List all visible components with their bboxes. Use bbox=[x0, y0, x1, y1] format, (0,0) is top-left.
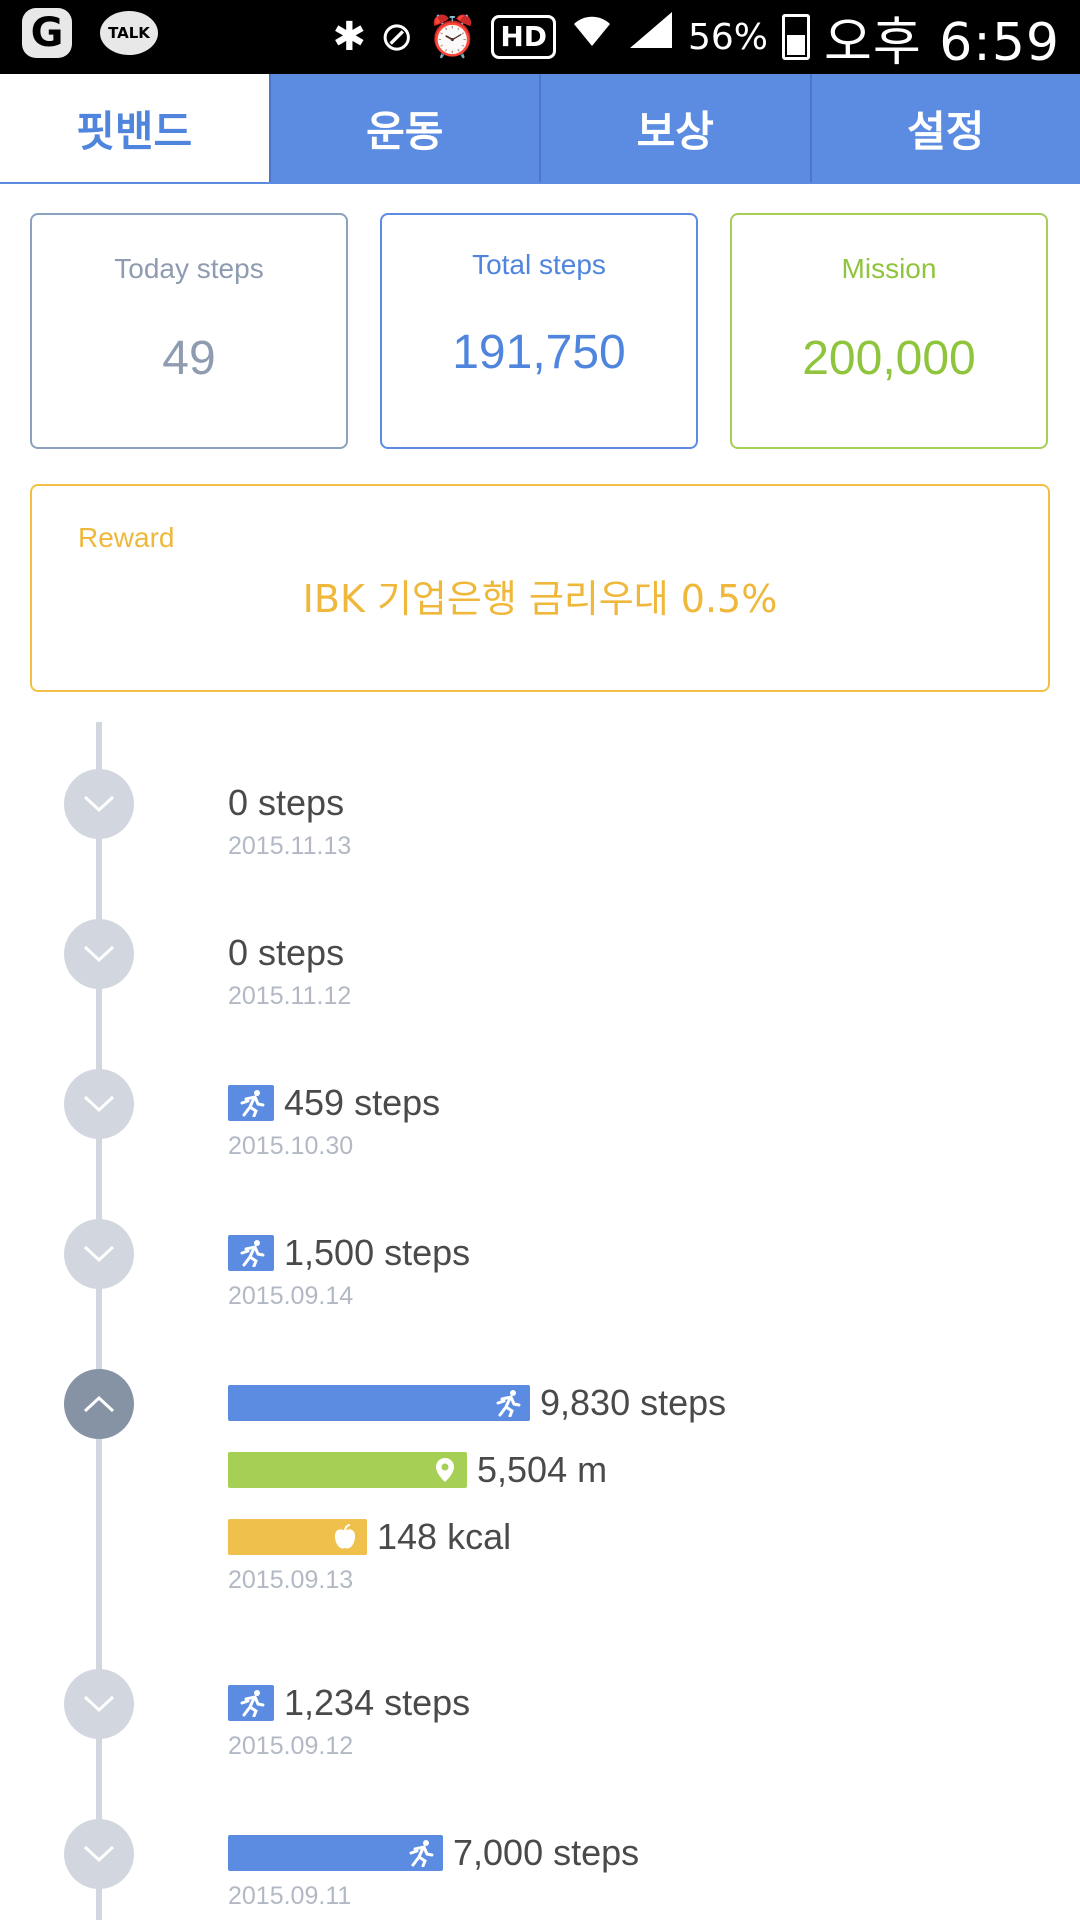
steps-value: 9,830 steps bbox=[540, 1382, 727, 1423]
reward-card: Reward IBK 기업은행 금리우대 0.5% bbox=[30, 484, 1050, 692]
app-g-icon: G bbox=[22, 8, 72, 58]
tab-bar: 핏밴드 운동 보상 설정 bbox=[0, 74, 1080, 184]
apple-icon bbox=[334, 1524, 356, 1549]
expand-chevron-icon[interactable] bbox=[64, 1819, 134, 1889]
location-pin-icon bbox=[436, 1458, 454, 1482]
steps-bar bbox=[228, 1235, 274, 1271]
steps-value: 459 steps bbox=[284, 1082, 441, 1123]
runner-icon bbox=[240, 1690, 265, 1717]
date-label: 2015.09.13 bbox=[228, 1566, 354, 1594]
today-steps-value: 49 bbox=[162, 332, 216, 385]
runner-icon bbox=[496, 1390, 521, 1417]
tab-exercise[interactable]: 운동 bbox=[268, 74, 539, 182]
steps-row: 9,830 steps bbox=[228, 1382, 727, 1423]
steps-value: 0 steps bbox=[228, 782, 345, 823]
clock: 오후 6:59 bbox=[824, 12, 1060, 73]
wifi-icon bbox=[570, 0, 614, 74]
steps-row: 459 steps bbox=[228, 1082, 441, 1123]
expand-chevron-icon[interactable] bbox=[64, 769, 134, 839]
date-label: 2015.11.12 bbox=[228, 982, 352, 1010]
expand-chevron-icon[interactable] bbox=[64, 919, 134, 989]
expand-chevron-icon[interactable] bbox=[64, 1069, 134, 1139]
tab-reward[interactable]: 보상 bbox=[539, 74, 810, 182]
bluetooth-icon: ✱ bbox=[332, 14, 366, 60]
date-label: 2015.11.13 bbox=[228, 832, 352, 860]
reward-text: IBK 기업은행 금리우대 0.5% bbox=[302, 577, 778, 621]
steps-row: 0 steps bbox=[228, 782, 345, 823]
steps-bar bbox=[228, 1385, 530, 1421]
reward-label: Reward bbox=[78, 522, 175, 553]
tab-fitband[interactable]: 핏밴드 bbox=[0, 74, 269, 182]
steps-value: 0 steps bbox=[228, 932, 345, 973]
steps-row: 0 steps bbox=[228, 932, 345, 973]
steps-value: 7,000 steps bbox=[453, 1832, 640, 1873]
mission-card: Mission 200,000 bbox=[730, 213, 1048, 449]
date-label: 2015.09.11 bbox=[228, 1882, 352, 1910]
battery-percent: 56% bbox=[688, 16, 769, 58]
expand-chevron-icon[interactable] bbox=[64, 1219, 134, 1289]
steps-row: 1,500 steps bbox=[228, 1232, 471, 1273]
steps-bar bbox=[228, 1085, 274, 1121]
battery-icon bbox=[782, 14, 811, 60]
total-steps-card: Total steps 191,750 bbox=[380, 213, 698, 449]
steps-bar bbox=[228, 1685, 274, 1721]
distance-value: 5,504 m bbox=[477, 1449, 608, 1490]
runner-icon bbox=[240, 1240, 265, 1267]
alarm-icon: ⏰ bbox=[427, 14, 478, 60]
today-steps-card: Today steps 49 bbox=[30, 213, 348, 449]
status-bar: G TALK ✱ ⊘ ⏰ HD 56% 오후 6:59 bbox=[0, 0, 1080, 74]
tab-settings[interactable]: 설정 bbox=[809, 74, 1080, 182]
date-label: 2015.10.30 bbox=[228, 1132, 354, 1160]
steps-bar bbox=[228, 1835, 443, 1871]
steps-row: 1,234 steps bbox=[228, 1682, 471, 1723]
date-label: 2015.09.14 bbox=[228, 1282, 354, 1310]
mission-label: Mission bbox=[841, 253, 937, 284]
total-steps-value: 191,750 bbox=[452, 326, 626, 379]
calories-row: 148 kcal bbox=[228, 1516, 512, 1557]
date-label: 2015.09.12 bbox=[228, 1732, 354, 1760]
signal-icon bbox=[628, 0, 674, 74]
steps-value: 1,500 steps bbox=[284, 1232, 471, 1273]
timeline-line bbox=[96, 722, 102, 1920]
distance-bar bbox=[228, 1452, 467, 1488]
mute-icon: ⊘ bbox=[379, 14, 414, 60]
hd-voice-icon: HD bbox=[491, 15, 556, 59]
steps-row: 7,000 steps bbox=[228, 1832, 640, 1873]
runner-icon bbox=[409, 1840, 434, 1867]
total-steps-label: Total steps bbox=[472, 249, 606, 280]
expand-chevron-icon[interactable] bbox=[64, 1669, 134, 1739]
today-steps-label: Today steps bbox=[114, 253, 264, 284]
kakaotalk-icon: TALK bbox=[100, 11, 158, 55]
steps-value: 1,234 steps bbox=[284, 1682, 471, 1723]
mission-value: 200,000 bbox=[802, 332, 976, 385]
calories-bar bbox=[228, 1519, 367, 1555]
collapse-chevron-icon[interactable] bbox=[64, 1369, 134, 1439]
distance-row: 5,504 m bbox=[228, 1449, 608, 1490]
runner-icon bbox=[240, 1090, 265, 1117]
calories-value: 148 kcal bbox=[377, 1516, 512, 1557]
